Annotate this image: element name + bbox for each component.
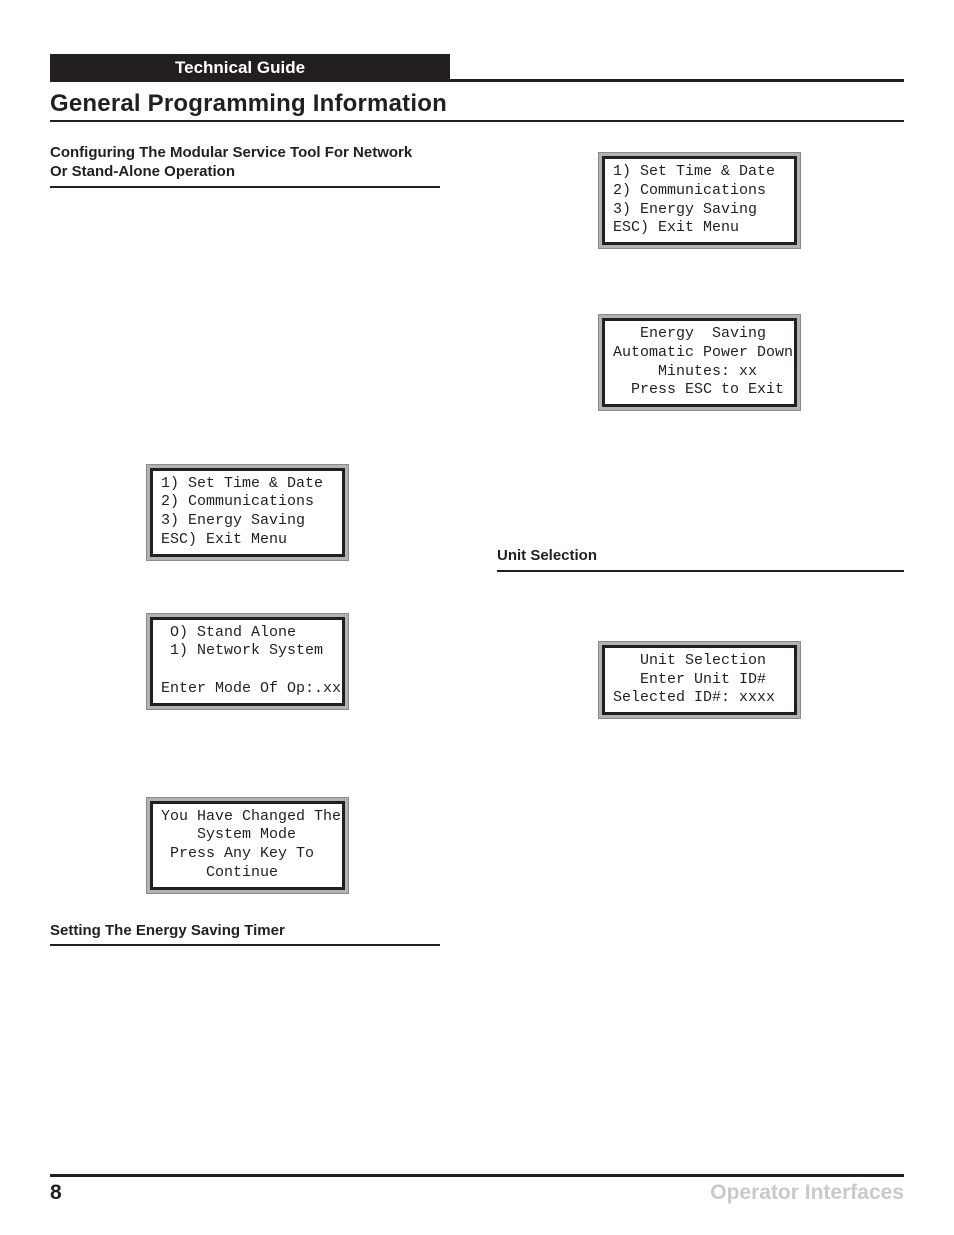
lcd-screen-changed: You Have Changed The System Mode Press A…: [150, 801, 345, 890]
page-title: General Programming Information: [50, 90, 904, 118]
title-rule: [50, 120, 904, 122]
header-band: Technical Guide: [50, 54, 450, 82]
energy-timer-heading: Setting The Energy Saving Timer: [50, 922, 420, 941]
lcd-mode-select: O) Stand Alone 1) Network System Enter M…: [150, 617, 345, 706]
lcd-mode-changed: You Have Changed The System Mode Press A…: [150, 801, 345, 890]
configuring-heading: Configuring The Modular Service Tool For…: [50, 144, 420, 182]
lcd-main-menu: 1) Set Time & Date 2) Communications 3) …: [150, 468, 345, 557]
footer-label: Operator Interfaces: [710, 1181, 904, 1205]
footer-line: 8 Operator Interfaces: [50, 1181, 904, 1205]
lcd-screen-energy: Energy Saving Automatic Power Down Minut…: [602, 318, 797, 407]
lcd-energy-saving: Energy Saving Automatic Power Down Minut…: [602, 318, 797, 407]
lcd-screen-menu-right: 1) Set Time & Date 2) Communications 3) …: [602, 156, 797, 245]
lcd-unit-selection: Unit Selection Enter Unit ID# Selected I…: [602, 645, 797, 715]
lcd-screen-mode: O) Stand Alone 1) Network System Enter M…: [150, 617, 345, 706]
footer-rule: [50, 1174, 904, 1177]
unit-selection-heading: Unit Selection: [497, 547, 867, 566]
content-columns: Configuring The Modular Service Tool For…: [50, 144, 904, 946]
lcd-main-menu-right: 1) Set Time & Date 2) Communications 3) …: [602, 156, 797, 245]
lcd-screen-menu: 1) Set Time & Date 2) Communications 3) …: [150, 468, 345, 557]
guide-title: Technical Guide: [50, 58, 305, 77]
energy-timer-rule: [50, 944, 440, 946]
footer: 8 Operator Interfaces: [50, 1174, 904, 1205]
lcd-screen-unit: Unit Selection Enter Unit ID# Selected I…: [602, 645, 797, 715]
left-column: Configuring The Modular Service Tool For…: [50, 144, 457, 946]
page-number: 8: [50, 1181, 62, 1205]
right-column: 1) Set Time & Date 2) Communications 3) …: [497, 144, 904, 946]
